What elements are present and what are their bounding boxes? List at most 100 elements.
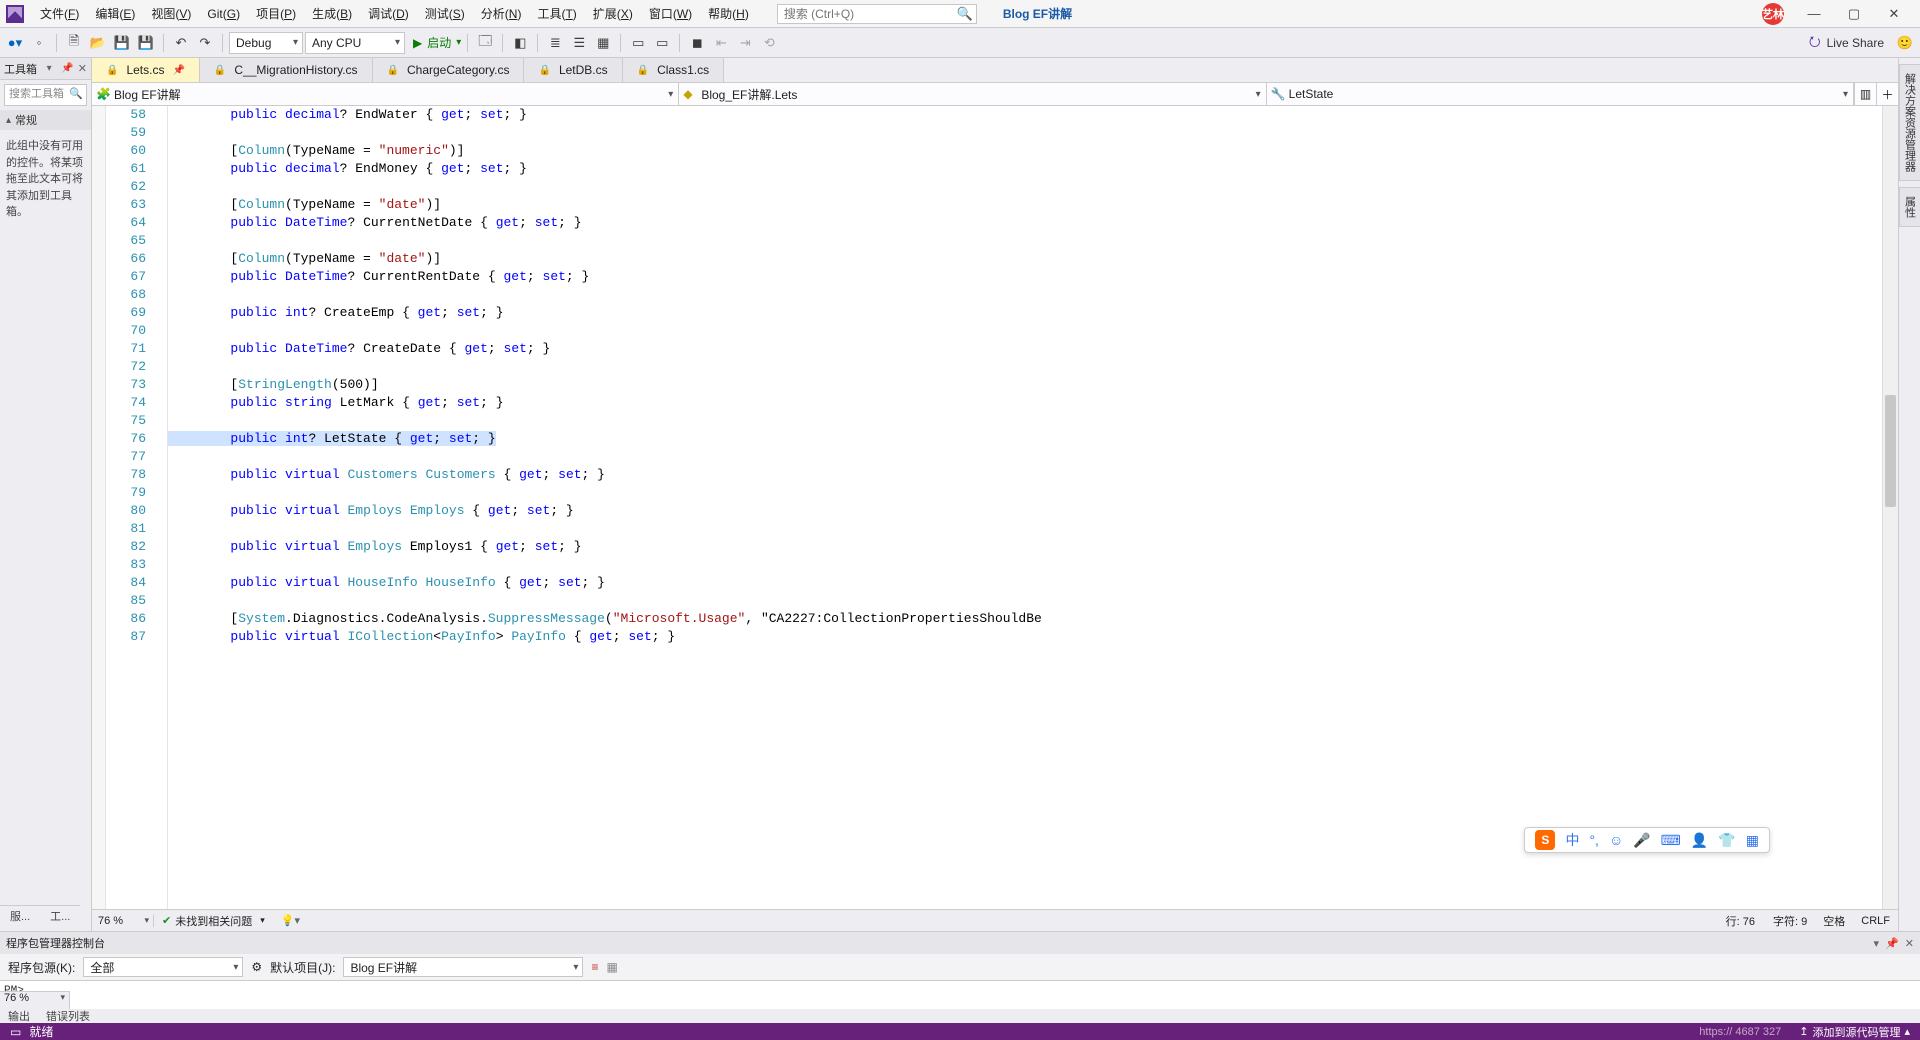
ime-emoji-icon[interactable]: ☺ — [1609, 832, 1623, 848]
tb-icon-5[interactable]: ▦ — [592, 32, 614, 54]
menu-e[interactable]: 编辑(E) — [87, 3, 143, 24]
code-text-area[interactable]: public decimal? EndWater { get; set; } [… — [168, 106, 1882, 909]
menu-s[interactable]: 测试(S) — [417, 3, 473, 24]
code-editor[interactable]: 58 59 60 61 62 63 64 65 66 67 68 69 70 7… — [92, 106, 1898, 909]
pmc-zoom-dropdown[interactable]: 76 % — [0, 991, 70, 1009]
solution-explorer-tab[interactable]: 解决方案资源管理器 — [1899, 64, 1920, 181]
save-icon[interactable]: 💾 — [111, 32, 133, 54]
breakpoint-margin[interactable] — [92, 106, 106, 909]
doc-tab[interactable]: 🔒C__MigrationHistory.cs — [200, 58, 373, 82]
menu-h[interactable]: 帮助(H) — [700, 3, 757, 24]
nav-class-dropdown[interactable]: ◆Blog_EF讲解.Lets — [679, 83, 1266, 105]
menu-n[interactable]: 分析(N) — [473, 3, 530, 24]
tb-icon-10[interactable]: ⇥ — [734, 32, 756, 54]
pin-icon[interactable]: 📌 — [61, 63, 73, 74]
redo-icon[interactable]: ↷ — [194, 32, 216, 54]
tb-icon-2[interactable]: ◧ — [509, 32, 531, 54]
tb-icon-9[interactable]: ⇤ — [710, 32, 732, 54]
editor-status-strip: 76 % ✔未找到相关问题▾ 💡▾ 行: 76 字符: 9 空格 CRLF — [92, 909, 1898, 931]
tb-icon-3[interactable]: ≣ — [544, 32, 566, 54]
tb-icon-6[interactable]: ▭ — [627, 32, 649, 54]
menu-v[interactable]: 视图(V) — [143, 3, 199, 24]
gear-icon[interactable]: ⚙ — [251, 960, 262, 974]
close-button[interactable]: ✕ — [1874, 1, 1914, 27]
platform-dropdown[interactable]: Any CPU — [305, 32, 405, 54]
pmc-project-dropdown[interactable]: Blog EF讲解 — [343, 957, 583, 977]
close-icon[interactable]: ✕ — [1905, 937, 1914, 950]
open-icon[interactable]: 📂 — [87, 32, 109, 54]
tb-icon-8[interactable]: ◼ — [686, 32, 708, 54]
menu-d[interactable]: 调试(D) — [360, 3, 417, 24]
server-explorer-tab[interactable]: 服... — [0, 906, 40, 927]
nav-split-icon[interactable]: ▥ — [1854, 83, 1876, 105]
caret-char: 字符: 9 — [1765, 913, 1815, 929]
eol-mode[interactable]: CRLF — [1853, 915, 1898, 927]
new-project-icon[interactable]: 🗎 — [63, 32, 85, 54]
nav-project-dropdown[interactable]: 🧩Blog EF讲解 — [92, 83, 679, 105]
ime-punct-icon[interactable]: °, — [1589, 832, 1599, 848]
tb-icon-1[interactable]: 🗔 — [474, 32, 496, 54]
menu-f[interactable]: 文件(F) — [32, 3, 87, 24]
configuration-dropdown[interactable]: Debug — [229, 32, 303, 54]
feedback-icon[interactable]: 🙂 — [1894, 32, 1916, 54]
menu-x[interactable]: 扩展(X) — [585, 3, 641, 24]
properties-tab[interactable]: 属性 — [1899, 187, 1920, 227]
user-avatar[interactable]: 艺林 — [1762, 3, 1784, 25]
caret-line: 行: 76 — [1716, 913, 1765, 929]
toolbox-group-general[interactable]: 常规 — [0, 110, 91, 130]
toolbox-tab[interactable]: 工... — [40, 906, 80, 927]
menu-b[interactable]: 生成(B) — [304, 3, 360, 24]
nav-add-icon[interactable]: ＋ — [1876, 83, 1898, 105]
outline-margin[interactable] — [154, 106, 168, 909]
menu-p[interactable]: 项目(P) — [248, 3, 304, 24]
close-icon[interactable]: ✕ — [78, 62, 87, 75]
pmc-icon-2[interactable]: ▦ — [606, 960, 617, 974]
error-list-tab[interactable]: 错误列表 — [38, 1008, 98, 1024]
forward-icon[interactable]: ◦ — [28, 32, 50, 54]
maximize-button[interactable]: ▢ — [1834, 1, 1874, 27]
pmc-output[interactable]: PM> 76 % — [0, 980, 1920, 1009]
ime-voice-icon[interactable]: 🎤 — [1633, 832, 1650, 849]
issues-indicator[interactable]: ✔未找到相关问题▾ — [154, 913, 273, 929]
source-control-button[interactable]: ↥添加到源代码管理▴ — [1799, 1024, 1910, 1040]
output-tab[interactable]: 输出 — [0, 1008, 38, 1024]
start-debug-button[interactable]: ▶启动▾ — [413, 34, 461, 51]
zoom-dropdown[interactable]: 76 % — [92, 915, 154, 927]
ime-lang[interactable]: 中 — [1565, 830, 1579, 850]
tb-icon-11[interactable]: ⟲ — [758, 32, 780, 54]
menu-t[interactable]: 工具(T) — [529, 3, 584, 24]
minimize-button[interactable]: — — [1794, 1, 1834, 27]
tb-icon-7[interactable]: ▭ — [651, 32, 673, 54]
doc-tab[interactable]: 🔒Lets.cs📌 — [92, 58, 200, 82]
save-all-icon[interactable]: 💾 — [135, 32, 157, 54]
ime-toolbar[interactable]: S 中 °, ☺ 🎤 ⌨ 👤 👕 ▦ — [1524, 827, 1770, 853]
vertical-scrollbar[interactable] — [1882, 106, 1898, 909]
tb-icon-4[interactable]: ☰ — [568, 32, 590, 54]
lightbulb-icon[interactable]: 💡▾ — [273, 914, 308, 927]
doc-tab[interactable]: 🔒LetDB.cs — [524, 58, 622, 82]
sogou-icon[interactable]: S — [1535, 830, 1555, 850]
doc-tab[interactable]: 🔒ChargeCategory.cs — [373, 58, 525, 82]
back-icon[interactable]: ●▾ — [4, 32, 26, 54]
menu-g[interactable]: Git(G) — [199, 5, 248, 23]
ime-keyboard-icon[interactable]: ⌨ — [1661, 832, 1681, 849]
toolbox-search-input[interactable]: 搜索工具箱 — [4, 84, 87, 106]
pin-icon[interactable]: 📌 — [1885, 937, 1899, 950]
dropdown-icon[interactable]: ▾ — [1874, 937, 1880, 950]
undo-icon[interactable]: ↶ — [170, 32, 192, 54]
code-nav-bar: 🧩Blog EF讲解 ◆Blog_EF讲解.Lets 🔧LetState ▥ ＋ — [92, 82, 1898, 106]
pmc-source-dropdown[interactable]: 全部 — [83, 957, 243, 977]
nav-member-dropdown[interactable]: 🔧LetState — [1267, 83, 1854, 105]
pmc-icon-1[interactable]: ≡ — [591, 960, 598, 974]
doc-tab[interactable]: 🔒Class1.cs — [623, 58, 724, 82]
dropdown-icon[interactable]: ▾ — [47, 63, 52, 74]
indent-mode[interactable]: 空格 — [1815, 913, 1853, 929]
ime-grid-icon[interactable]: ▦ — [1746, 832, 1759, 849]
live-share-button[interactable]: ⭮Live Share — [1809, 31, 1884, 55]
solution-name[interactable]: Blog EF讲解 — [995, 1, 1080, 26]
menu-w[interactable]: 窗口(W) — [641, 3, 700, 24]
ime-user-icon[interactable]: 👤 — [1691, 832, 1708, 849]
quick-launch-input[interactable] — [777, 4, 977, 24]
ime-skin-icon[interactable]: 👕 — [1718, 832, 1735, 849]
search-icon[interactable]: 🔍 — [957, 6, 973, 22]
